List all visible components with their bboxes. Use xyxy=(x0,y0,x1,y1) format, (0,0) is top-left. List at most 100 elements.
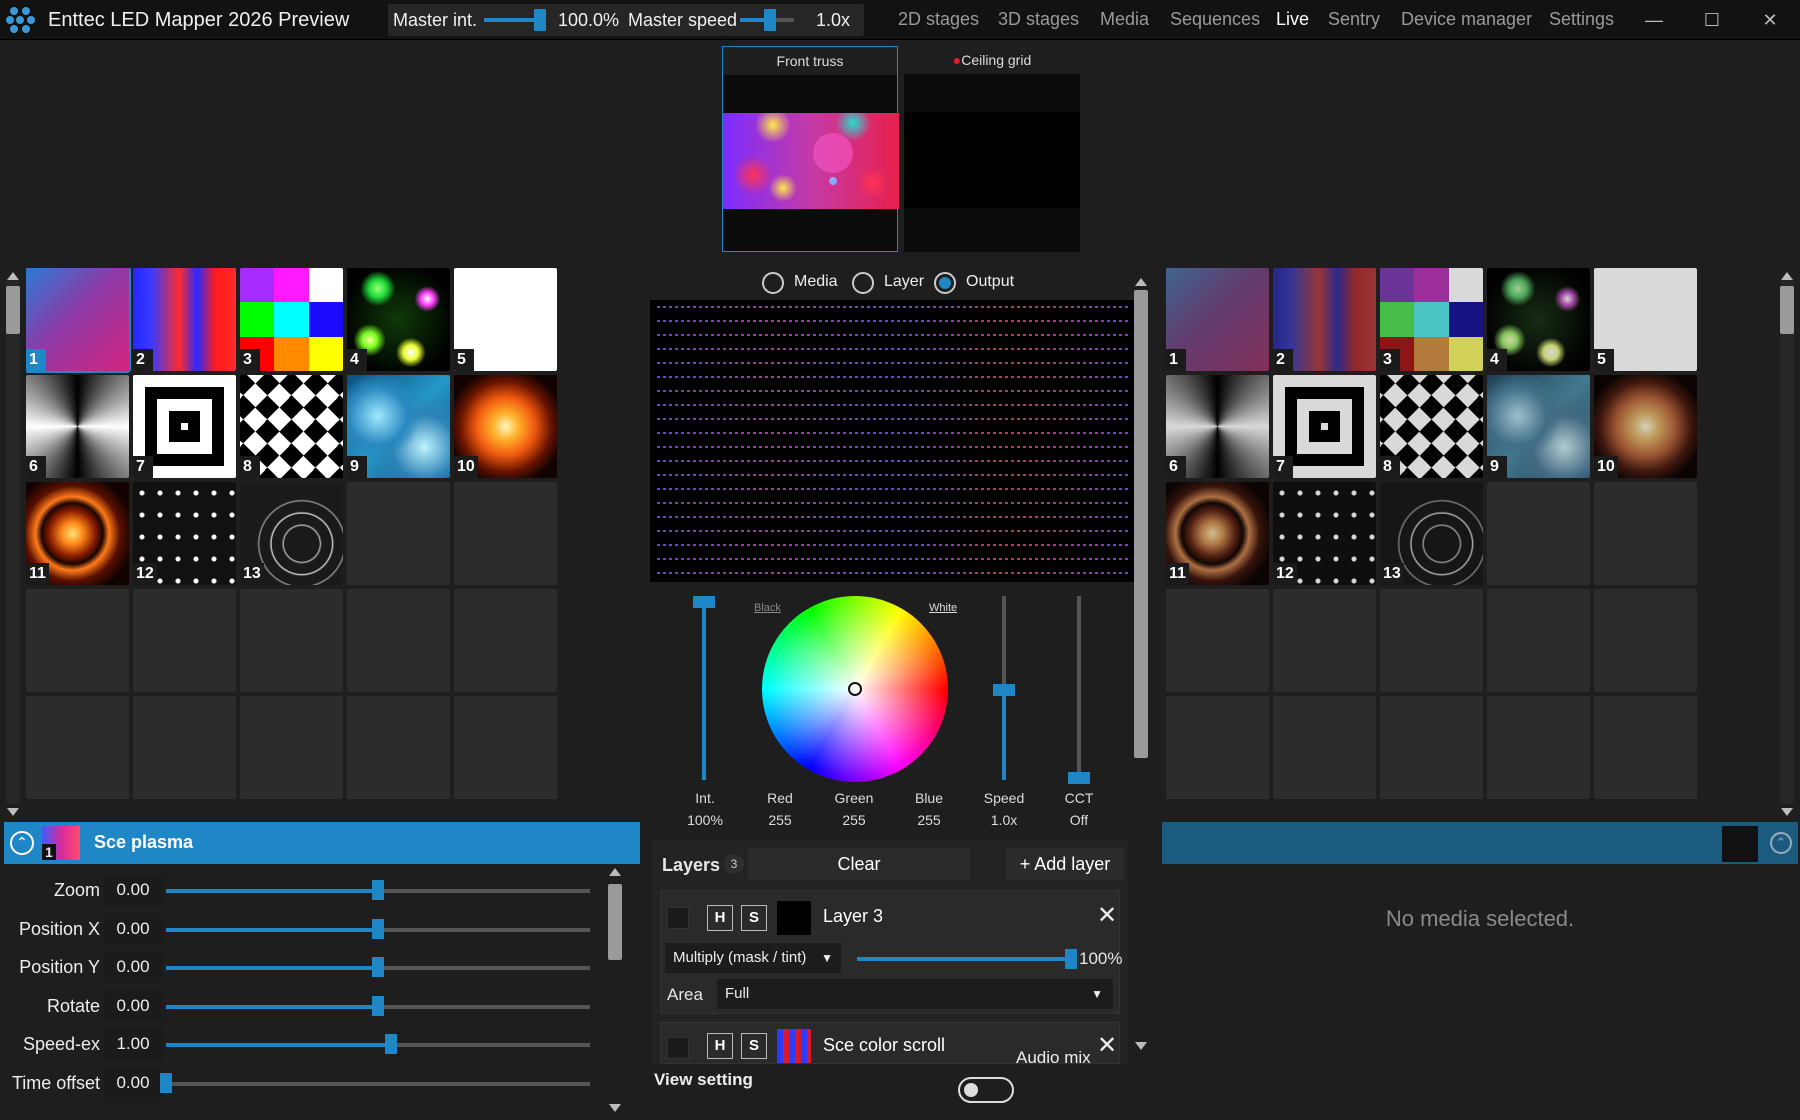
cct-slider[interactable] xyxy=(1077,596,1081,780)
nav-device-manager[interactable]: Device manager xyxy=(1401,9,1532,30)
nav-settings[interactable]: Settings xyxy=(1549,9,1614,30)
nav-live[interactable]: Live xyxy=(1276,9,1309,30)
properties-scroll-thumb[interactable] xyxy=(608,884,622,960)
layer-enable-checkbox[interactable] xyxy=(667,1037,689,1059)
remove-layer-icon[interactable]: ✕ xyxy=(1097,1031,1117,1060)
property-value-input[interactable]: 0.00 xyxy=(104,952,162,982)
media-cell-10[interactable]: 10 xyxy=(454,375,557,478)
media-cell-6[interactable]: 6 xyxy=(26,375,129,478)
media-cell-4[interactable]: 4 xyxy=(1487,268,1590,371)
property-value-input[interactable]: 0.00 xyxy=(104,913,162,944)
media-cell-empty[interactable] xyxy=(347,589,450,692)
properties-scrollbar[interactable] xyxy=(608,880,622,1102)
audio-mix-toggle[interactable] xyxy=(958,1077,1014,1103)
layer-hide-button[interactable]: H xyxy=(707,1033,733,1059)
collapse-icon[interactable]: ⌃ xyxy=(10,831,34,855)
black-link[interactable]: Black xyxy=(754,602,781,614)
collapse-icon[interactable]: ⌃ xyxy=(1770,832,1792,854)
media-cell-empty[interactable] xyxy=(454,696,557,799)
layer-hide-button[interactable]: H xyxy=(707,905,733,931)
media-cell-empty[interactable] xyxy=(1273,696,1376,799)
media-cell-5[interactable]: 5 xyxy=(454,268,557,371)
master-intensity-thumb[interactable] xyxy=(534,9,546,31)
right-grid-scrollbar[interactable] xyxy=(1780,280,1794,804)
property-slider-thumb[interactable] xyxy=(160,1072,172,1093)
media-cell-12[interactable]: 12 xyxy=(133,482,236,585)
scroll-up-icon[interactable] xyxy=(1781,272,1793,280)
radio-layer[interactable] xyxy=(852,272,874,294)
speed-thumb[interactable] xyxy=(993,684,1015,696)
nav-2d-stages[interactable]: 2D stages xyxy=(898,9,979,30)
master-intensity-slider[interactable] xyxy=(484,18,538,22)
media-cell-empty[interactable] xyxy=(133,589,236,692)
media-cell-empty[interactable] xyxy=(1487,482,1590,585)
media-cell-empty[interactable] xyxy=(133,696,236,799)
clear-layers-button[interactable]: Clear xyxy=(748,848,970,880)
close-window-icon[interactable]: ✕ xyxy=(1750,6,1790,34)
media-cell-empty[interactable] xyxy=(454,589,557,692)
media-cell-empty[interactable] xyxy=(1380,589,1483,692)
radio-media[interactable] xyxy=(762,272,784,294)
blend-mode-dropdown[interactable]: Multiply (mask / tint) ▼ xyxy=(665,943,841,973)
nav-3d-stages[interactable]: 3D stages xyxy=(998,9,1079,30)
media-cell-empty[interactable] xyxy=(1380,696,1483,799)
media-cell-13[interactable]: 13 xyxy=(1380,482,1483,585)
minimize-icon[interactable]: — xyxy=(1634,6,1674,34)
media-cell-10[interactable]: 10 xyxy=(1594,375,1697,478)
media-cell-7[interactable]: 7 xyxy=(133,375,236,478)
media-cell-empty[interactable] xyxy=(454,482,557,585)
layer-opacity-thumb[interactable] xyxy=(1065,949,1077,969)
media-cell-empty[interactable] xyxy=(240,696,343,799)
preview-scrollbar[interactable] xyxy=(1134,290,1148,760)
property-slider[interactable] xyxy=(166,1081,590,1086)
media-cell-9[interactable]: 9 xyxy=(1487,375,1590,478)
media-cell-empty[interactable] xyxy=(1166,696,1269,799)
property-value-input[interactable]: 0.00 xyxy=(104,875,162,905)
media-cell-6[interactable]: 6 xyxy=(1166,375,1269,478)
media-cell-5[interactable]: 5 xyxy=(1594,268,1697,371)
media-cell-8[interactable]: 8 xyxy=(240,375,343,478)
scroll-up-icon[interactable] xyxy=(1135,278,1147,286)
media-cell-empty[interactable] xyxy=(347,696,450,799)
right-grid-scroll-thumb[interactable] xyxy=(1780,286,1794,334)
media-cell-3[interactable]: 3 xyxy=(240,268,343,371)
add-layer-button[interactable]: + Add layer xyxy=(1006,848,1124,880)
media-cell-3[interactable]: 3 xyxy=(1380,268,1483,371)
property-slider-thumb[interactable] xyxy=(372,918,384,939)
preview-scroll-thumb[interactable] xyxy=(1134,290,1148,758)
media-cell-12[interactable]: 12 xyxy=(1273,482,1376,585)
media-cell-2[interactable]: 2 xyxy=(133,268,236,371)
left-grid-scrollbar[interactable] xyxy=(6,280,20,804)
media-cell-8[interactable]: 8 xyxy=(1380,375,1483,478)
media-cell-11[interactable]: 11 xyxy=(26,482,129,585)
media-cell-11[interactable]: 11 xyxy=(1166,482,1269,585)
property-slider-thumb[interactable] xyxy=(372,957,384,977)
property-slider-thumb[interactable] xyxy=(372,880,384,900)
media-cell-empty[interactable] xyxy=(1487,589,1590,692)
nav-media[interactable]: Media xyxy=(1100,9,1149,30)
layer-solo-button[interactable]: S xyxy=(741,1033,767,1059)
property-value-input[interactable]: 0.00 xyxy=(104,1067,162,1098)
media-cell-empty[interactable] xyxy=(1273,589,1376,692)
media-cell-empty[interactable] xyxy=(347,482,450,585)
radio-output[interactable] xyxy=(934,272,956,294)
scroll-down-icon[interactable] xyxy=(609,1104,621,1112)
stage-ceiling-grid[interactable]: ●Ceiling grid xyxy=(904,46,1080,252)
media-cell-empty[interactable] xyxy=(1594,589,1697,692)
scroll-down-icon[interactable] xyxy=(1135,1042,1147,1050)
cct-thumb[interactable] xyxy=(1068,772,1090,784)
layer-solo-button[interactable]: S xyxy=(741,905,767,931)
media-cell-2[interactable]: 2 xyxy=(1273,268,1376,371)
nav-sentry[interactable]: Sentry xyxy=(1328,9,1380,30)
media-cell-1[interactable]: 1 xyxy=(1166,268,1269,371)
remove-layer-icon[interactable]: ✕ xyxy=(1097,901,1117,930)
scroll-down-icon[interactable] xyxy=(7,808,19,816)
media-cell-empty[interactable] xyxy=(1166,589,1269,692)
master-speed-thumb[interactable] xyxy=(764,9,776,31)
media-cell-4[interactable]: 4 xyxy=(347,268,450,371)
color-picker-cursor-icon[interactable] xyxy=(848,682,862,696)
property-value-input[interactable]: 1.00 xyxy=(104,1029,162,1059)
property-slider-thumb[interactable] xyxy=(372,995,384,1016)
media-cell-empty[interactable] xyxy=(26,696,129,799)
media-cell-empty[interactable] xyxy=(1487,696,1590,799)
